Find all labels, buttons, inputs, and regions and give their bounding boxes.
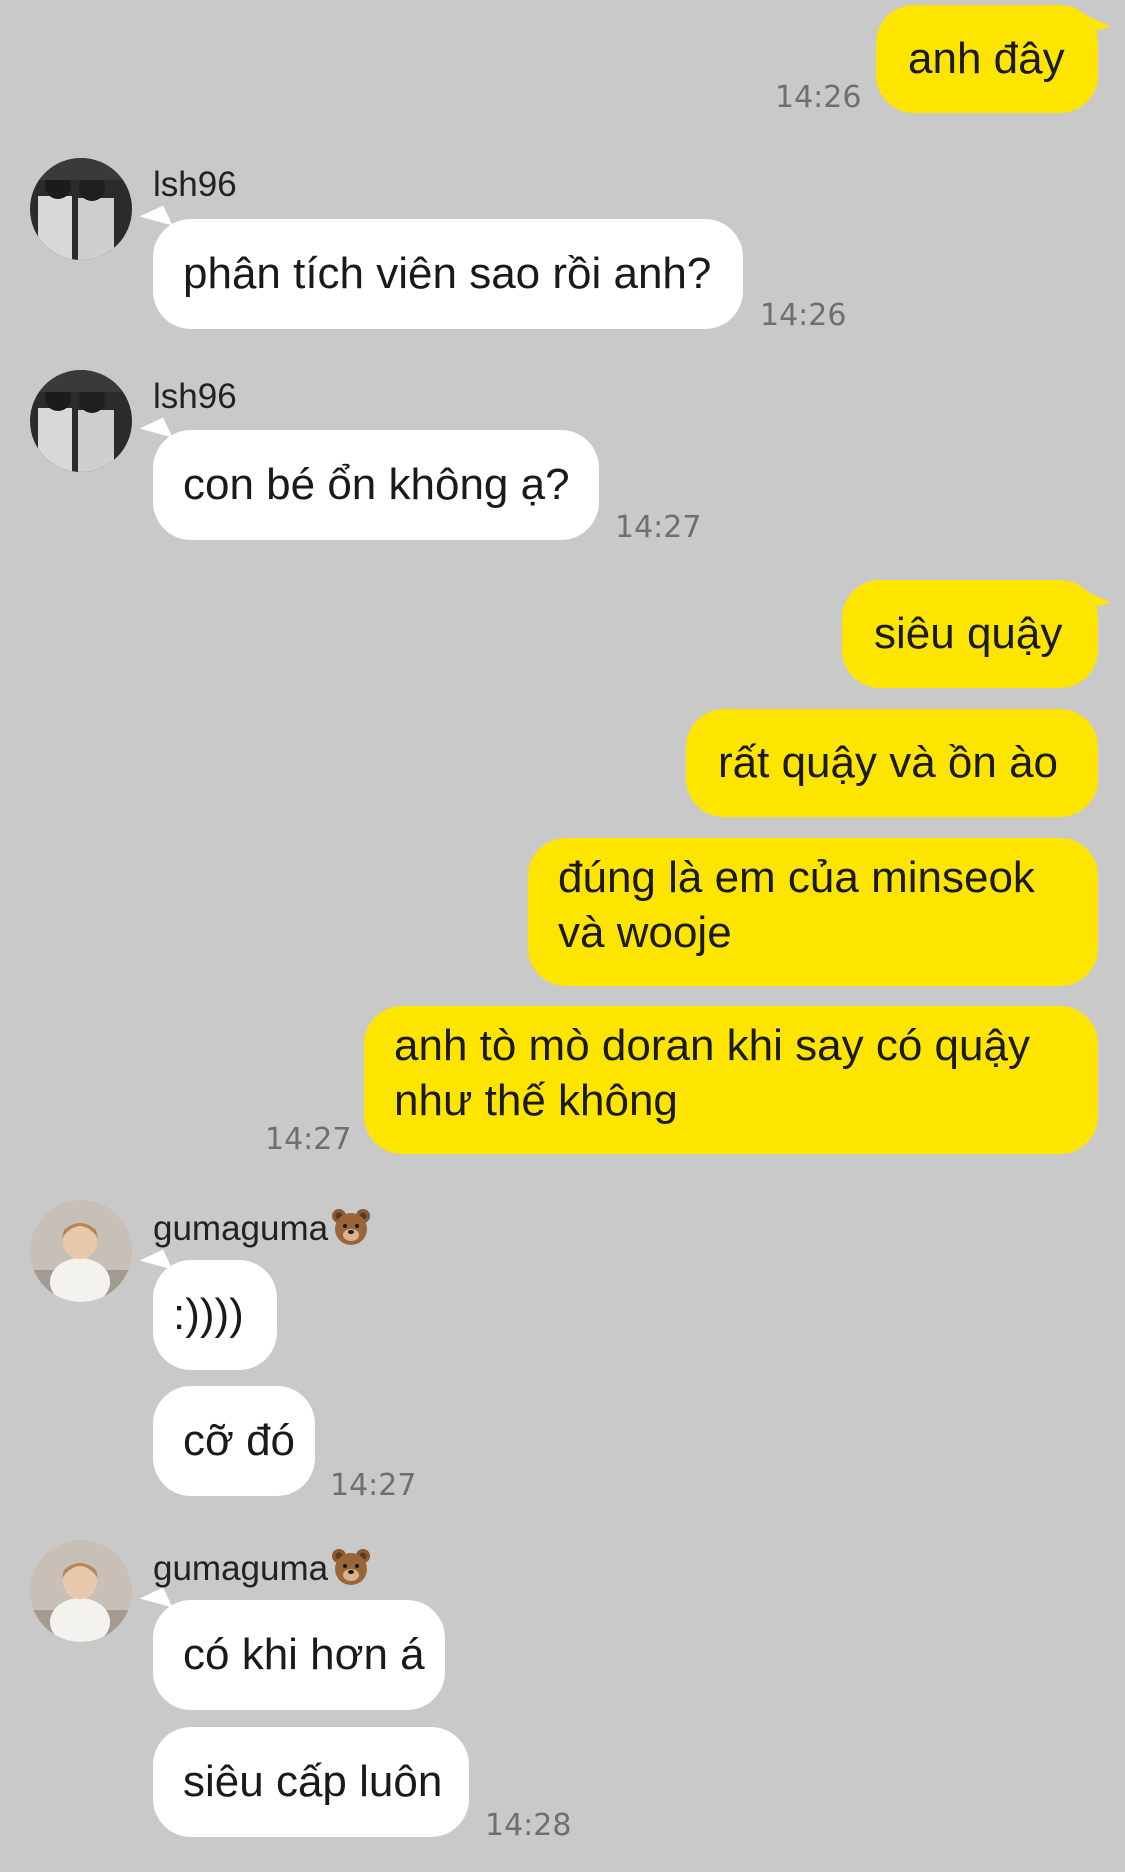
avatar[interactable] <box>30 1200 132 1302</box>
message-text: con bé ổn không ạ? <box>183 460 570 509</box>
message-time: 14:26 <box>775 80 862 115</box>
message-text: :)))) <box>173 1290 244 1339</box>
message-text: siêu cấp luôn <box>183 1757 443 1806</box>
avatar[interactable] <box>30 1540 132 1642</box>
message-time: 14:27 <box>265 1122 352 1157</box>
message-text: anh đây <box>908 34 1065 83</box>
avatar[interactable] <box>30 370 132 472</box>
message-time: 14:27 <box>615 510 702 545</box>
message-bubble-incoming[interactable]: :)))) <box>153 1260 277 1370</box>
message-bubble-incoming[interactable]: phân tích viên sao rồi anh? <box>153 219 743 329</box>
message-bubble-incoming[interactable]: cỡ đó <box>153 1386 315 1496</box>
message-bubble-outgoing[interactable]: đúng là em của minseok và wooje <box>528 838 1098 986</box>
message-bubble-incoming[interactable]: con bé ổn không ạ? <box>153 430 599 540</box>
message-bubble-outgoing[interactable]: anh đây <box>876 5 1098 113</box>
sender-name: gumaguma <box>153 1206 372 1249</box>
message-text: rất quậy và ồn ào <box>718 738 1059 787</box>
avatar[interactable] <box>30 158 132 260</box>
message-text-line: như thế không <box>394 1076 678 1125</box>
message-text: cỡ đó <box>183 1416 296 1465</box>
message-text-line: đúng là em của minseok <box>558 853 1035 902</box>
message-time: 14:26 <box>760 298 847 333</box>
message-bubble-outgoing[interactable]: anh tò mò doran khi say có quậy như thế … <box>364 1006 1098 1154</box>
message-bubble-outgoing[interactable]: rất quậy và ồn ào <box>686 709 1098 817</box>
message-text-line: và wooje <box>558 908 732 957</box>
message-text: phân tích viên sao rồi anh? <box>183 249 712 298</box>
bear-face-icon <box>330 1546 372 1588</box>
sender-name: lsh96 <box>153 377 237 416</box>
message-time: 14:28 <box>485 1808 572 1843</box>
bear-face-icon <box>330 1206 372 1248</box>
message-bubble-incoming[interactable]: siêu cấp luôn <box>153 1727 469 1837</box>
message-text: có khi hơn á <box>183 1630 425 1679</box>
sender-name: gumaguma <box>153 1546 372 1589</box>
message-bubble-outgoing[interactable]: siêu quậy <box>842 580 1098 688</box>
message-text-line: anh tò mò doran khi say có quậy <box>394 1021 1030 1070</box>
message-time: 14:27 <box>330 1468 417 1503</box>
sender-name: lsh96 <box>153 165 237 204</box>
message-bubble-incoming[interactable]: có khi hơn á <box>153 1600 445 1710</box>
message-text: siêu quậy <box>874 609 1063 658</box>
